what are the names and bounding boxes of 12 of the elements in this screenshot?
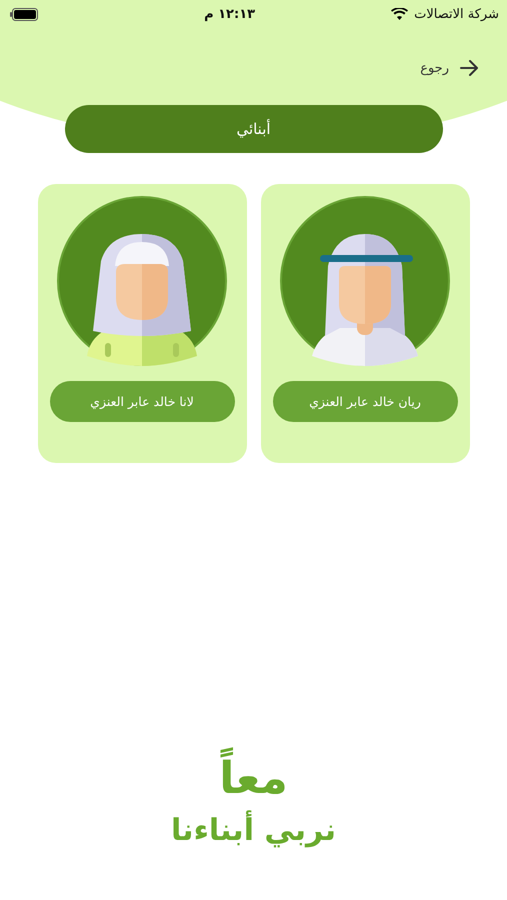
carrier-name: شركة الاتصالات xyxy=(414,6,499,22)
clock-time: ١٢:١٣ م xyxy=(204,6,256,22)
arrow-icon xyxy=(459,60,479,76)
battery-icon xyxy=(10,8,38,20)
child-card[interactable]: ريان خالد عابر العنزي xyxy=(260,184,470,463)
title-button[interactable]: أبنائي xyxy=(64,105,442,153)
child-card[interactable]: لانا خالد عابر العنزي xyxy=(38,184,246,463)
wifi-icon xyxy=(391,8,408,20)
back-button[interactable]: رجوع xyxy=(420,53,479,83)
child-name: لانا خالد عابر العنزي xyxy=(50,381,234,422)
child-name: ريان خالد عابر العنزي xyxy=(272,381,458,422)
logo-tagline: نربي أبناءنا xyxy=(171,812,336,850)
